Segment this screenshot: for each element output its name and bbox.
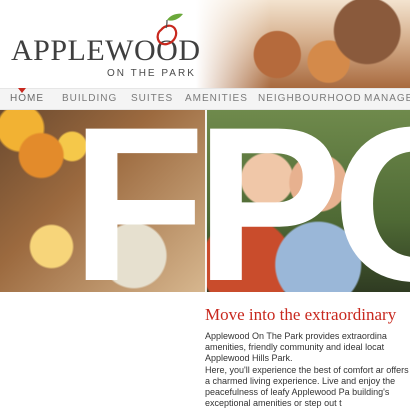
logo-tagline: ON THE PARK — [107, 68, 196, 79]
main-content: Move into the extraordinary Applewood On… — [205, 300, 410, 409]
nav-home[interactable]: HOME — [10, 93, 44, 104]
hero-banner: FPO — [0, 110, 410, 292]
nav-suites[interactable]: SUITES — [131, 93, 173, 104]
nav-building[interactable]: BUILDING — [62, 93, 117, 104]
nav-management[interactable]: MANAGEM — [364, 93, 410, 104]
nav-neighbourhood[interactable]: NEIGHBOURHOOD — [258, 93, 362, 104]
apple-icon — [156, 13, 183, 46]
primary-nav: HOME BUILDING SUITES AMENITIES NEIGHBOUR… — [0, 88, 410, 110]
fpo-placeholder: FPO — [71, 110, 410, 292]
intro-paragraph: Applewood On The Park provides extraordi… — [205, 331, 387, 363]
body-paragraph: Here, you'll experience the best of comf… — [205, 365, 409, 408]
site-header: APPLEWOOD ON THE PARK — [0, 0, 410, 88]
page-headline: Move into the extraordinary — [205, 305, 397, 324]
nav-amenities[interactable]: AMENITIES — [185, 93, 248, 104]
header-photo — [196, 0, 410, 88]
